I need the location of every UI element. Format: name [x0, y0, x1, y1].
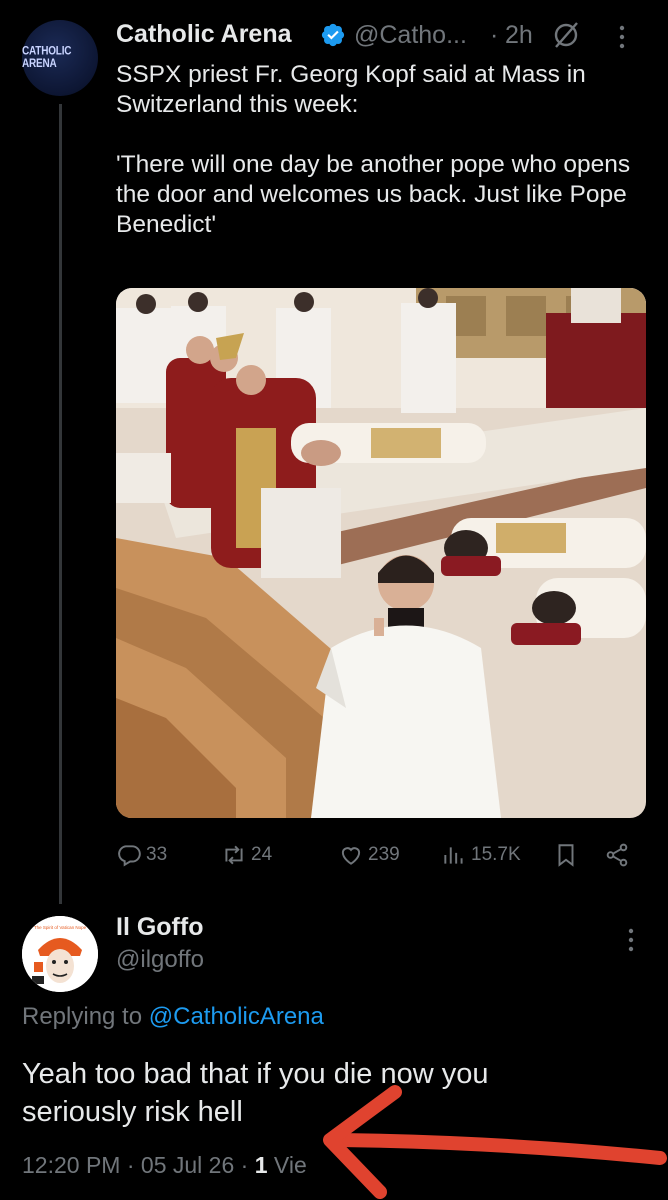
views-icon: [444, 847, 463, 864]
views-button[interactable]: 15.7K: [441, 838, 521, 872]
grok-icon[interactable]: [551, 20, 581, 50]
ilgoffo-avatar[interactable]: The Spirit of Vatican Nope: [22, 916, 98, 992]
author-name[interactable]: Catholic Arena: [116, 20, 292, 49]
repost-icon: [225, 845, 243, 865]
share-icon[interactable]: [604, 842, 630, 868]
replying-prefix: Replying to: [22, 1003, 149, 1030]
meta-sep-1: ·: [126, 1152, 135, 1178]
reply-date[interactable]: 05 Jul 26: [141, 1152, 234, 1178]
separator-dot: ·: [490, 21, 499, 49]
thread-line: [59, 104, 62, 904]
repost-button[interactable]: 24: [221, 838, 272, 872]
verified-icon: [321, 23, 345, 47]
reply-button[interactable]: 33: [116, 838, 167, 872]
reply-time[interactable]: 12:20 PM: [22, 1152, 120, 1178]
tweet-action-bar: 33 24 239 15.7K: [116, 838, 646, 872]
reply-author-handle[interactable]: @ilgoffo: [116, 946, 204, 974]
reply-views-count: 1: [254, 1152, 268, 1178]
bookmark-icon[interactable]: [553, 842, 579, 868]
replying-to-mention[interactable]: @CatholicArena: [149, 1003, 324, 1030]
reply-text: Yeah too bad that if you die now you ser…: [22, 1058, 489, 1128]
like-count: 239: [368, 844, 400, 865]
like-icon: [341, 847, 361, 865]
reply-meta: 12:20 PM · 05 Jul 26 · 1 Vie: [22, 1152, 307, 1179]
meta-sep-2: ·: [240, 1152, 249, 1178]
reply-more-icon[interactable]: [626, 925, 636, 955]
avatar-illustration: The Spirit of Vatican Nope: [22, 916, 98, 992]
views-count: 15.7K: [471, 844, 521, 865]
replying-to-line: Replying to @CatholicArena: [22, 1003, 324, 1031]
tweet-photo[interactable]: [116, 288, 646, 818]
like-button[interactable]: 239: [338, 838, 400, 872]
avatar-logo-text: CATHOLIC ARENA: [22, 45, 72, 71]
reply-icon: [118, 845, 141, 867]
avatar-caption: The Spirit of Vatican Nope: [34, 925, 87, 930]
tweet-time[interactable]: 2h: [505, 21, 533, 50]
reply-author-name[interactable]: Il Goffo: [116, 913, 203, 942]
repost-count: 24: [251, 844, 273, 865]
author-handle[interactable]: @Catho...: [354, 21, 467, 50]
more-icon[interactable]: [617, 22, 627, 52]
catholic-arena-avatar[interactable]: CATHOLIC ARENA: [22, 20, 98, 96]
reply-count: 33: [146, 844, 168, 865]
reply-views-label: Vie: [273, 1152, 307, 1178]
tweet-text: SSPX priest Fr. Georg Kopf said at Mass …: [116, 61, 631, 238]
